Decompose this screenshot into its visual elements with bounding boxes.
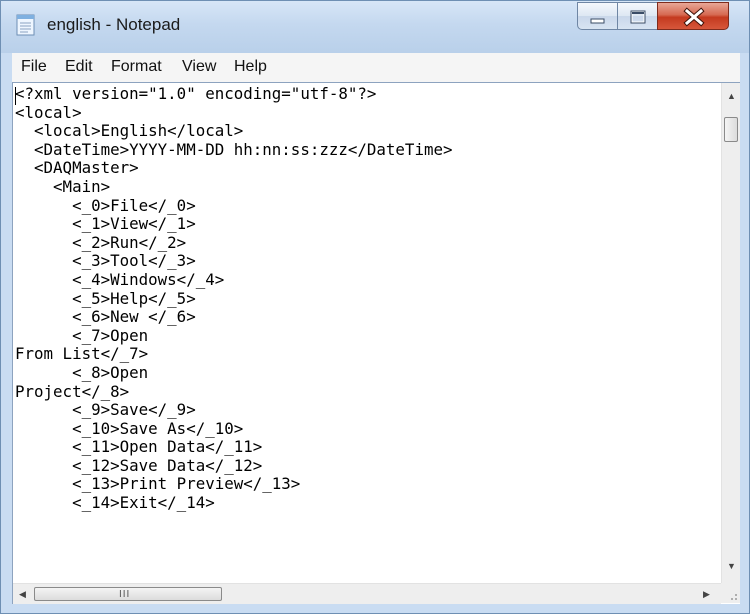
minimize-button[interactable] — [577, 2, 618, 30]
text-line: <_3>Tool</_3> — [15, 251, 196, 271]
text-line: <_0>File</_0> — [15, 195, 196, 215]
scroll-up-arrow-icon[interactable]: ▲ — [727, 91, 736, 101]
text-line: <_5>Help</_5> — [15, 288, 196, 308]
text-line: <_14>Exit</_14> — [15, 493, 215, 513]
text-content[interactable]: <?xml version="1.0" encoding="utf-8"?> <… — [15, 85, 720, 575]
horizontal-scroll-thumb[interactable]: III — [34, 587, 222, 601]
notepad-icon[interactable] — [15, 12, 37, 36]
text-line: <_7>Open — [15, 325, 149, 345]
menu-view[interactable]: View — [182, 58, 216, 76]
menu-format[interactable]: Format — [111, 58, 162, 76]
scroll-grip: III — [119, 589, 131, 600]
text-line: <_1>View</_1> — [15, 214, 196, 234]
scroll-left-arrow-icon[interactable]: ◀ — [19, 589, 26, 599]
text-line: <_11>Open Data</_11> — [15, 437, 263, 457]
text-line: <local> — [15, 102, 82, 122]
text-line: <_6>New </_6> — [15, 307, 196, 327]
menu-bar: File Edit Format View Help — [12, 53, 740, 83]
text-line: <Main> — [15, 176, 111, 196]
text-line: <_12>Save Data</_12> — [15, 455, 263, 475]
maximize-button[interactable] — [617, 2, 658, 30]
text-line: <local>English</local> — [15, 121, 244, 141]
horizontal-scrollbar[interactable]: ◀ III ▶ — [13, 583, 721, 604]
vertical-scrollbar[interactable]: ▲ ▼ — [721, 83, 740, 583]
text-line: From List</_7> — [15, 344, 149, 364]
close-icon — [683, 7, 705, 27]
minimize-icon — [590, 18, 605, 24]
text-line: <_9>Save</_9> — [15, 400, 196, 420]
size-grip-icon[interactable] — [721, 583, 740, 603]
text-line: <DateTime>YYYY-MM-DD hh:nn:ss:zzz</DateT… — [15, 139, 453, 159]
maximize-icon — [630, 10, 646, 24]
text-line: Project</_8> — [15, 381, 130, 401]
text-caret — [15, 87, 16, 105]
text-line: <_13>Print Preview</_13> — [15, 474, 301, 494]
menu-help[interactable]: Help — [234, 58, 267, 76]
vertical-scroll-thumb[interactable] — [724, 117, 738, 142]
menu-file[interactable]: File — [21, 58, 47, 76]
text-line: <_4>Windows</_4> — [15, 269, 225, 289]
text-line: <_8>Open — [15, 362, 149, 382]
text-line: <?xml version="1.0" encoding="utf-8"?> — [15, 85, 377, 103]
text-line: <DAQMaster> — [15, 158, 139, 178]
scroll-down-arrow-icon[interactable]: ▼ — [727, 561, 736, 571]
text-editor[interactable]: <?xml version="1.0" encoding="utf-8"?> <… — [12, 82, 740, 604]
text-line: <_10>Save As</_10> — [15, 418, 244, 438]
close-button[interactable] — [657, 2, 729, 30]
scroll-right-arrow-icon[interactable]: ▶ — [703, 589, 710, 599]
text-line: <_2>Run</_2> — [15, 232, 187, 252]
title-bar[interactable]: english - Notepad — [1, 1, 749, 53]
notepad-window: english - Notepad File Edit Format View … — [0, 0, 750, 614]
menu-edit[interactable]: Edit — [65, 58, 93, 76]
window-title: english - Notepad — [47, 15, 181, 34]
